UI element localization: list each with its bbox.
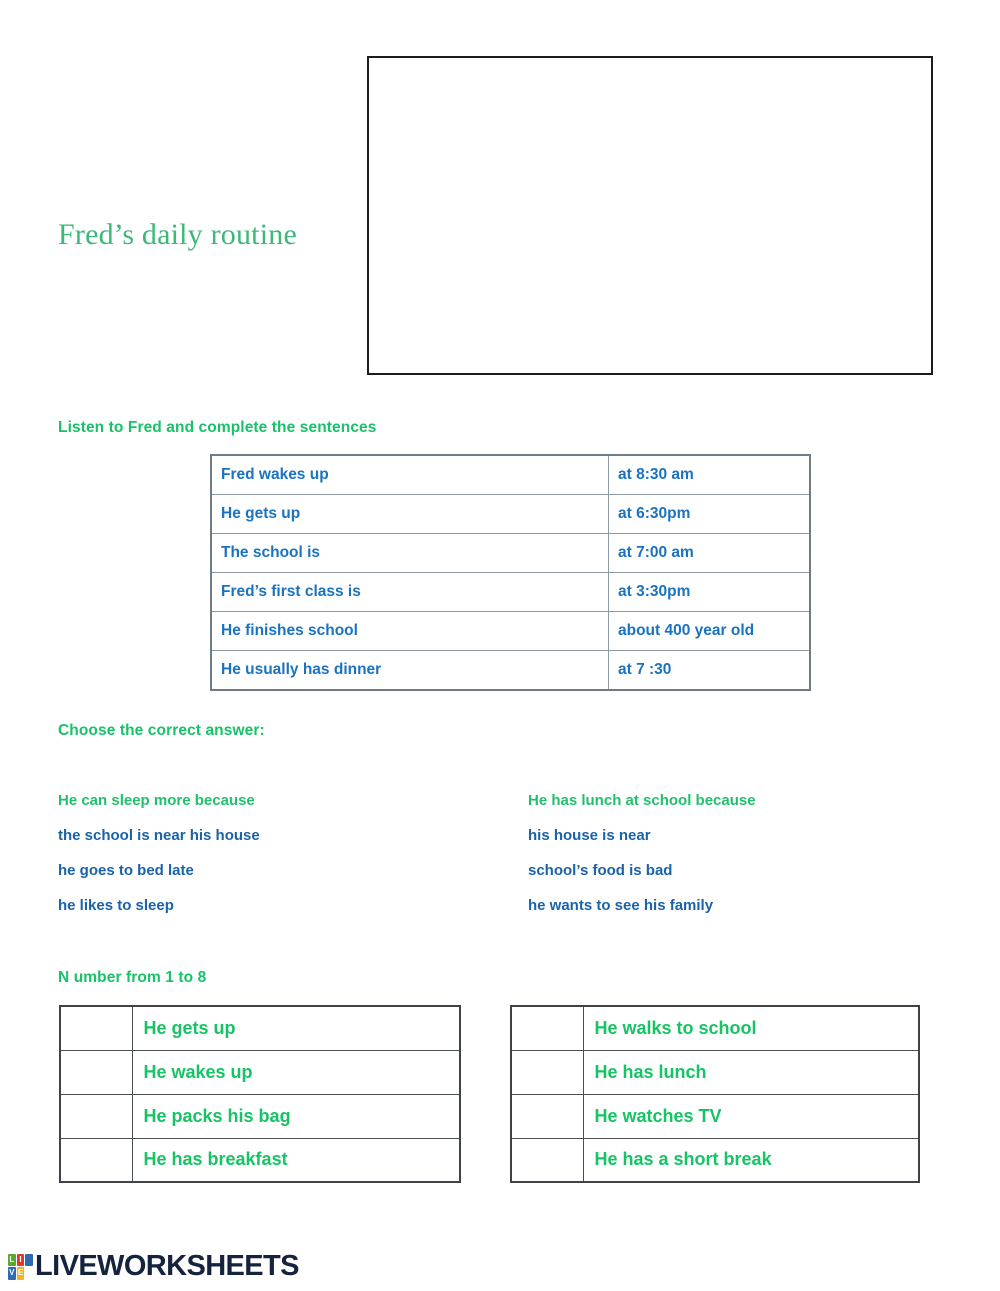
table-row: Fred wakes up at 8:30 am [210, 454, 811, 495]
table-row: He wakes up [59, 1049, 461, 1095]
page-title: Fred’s daily routine [58, 218, 297, 251]
order-number-input[interactable] [59, 1137, 133, 1183]
sentence-answer[interactable]: about 400 year old [608, 611, 811, 651]
liveworksheets-wordmark: LIVEWORKSHEETS [35, 1250, 300, 1282]
sentence-prompt: Fred wakes up [210, 454, 609, 495]
sentence-answer[interactable]: at 7:00 am [608, 533, 811, 573]
table-row: The school is at 7:00 am [210, 533, 811, 573]
worksheet-page: Fred’s daily routine Listen to Fred and … [0, 0, 1000, 1291]
table-row: He watches TV [510, 1093, 920, 1139]
logo-tile-e: E [16, 1267, 25, 1280]
section-heading-number: N umber from 1 to 8 [58, 969, 207, 986]
logo-tile-l: L [8, 1253, 16, 1266]
order-item-label: He has a short break [582, 1137, 920, 1183]
sentence-prompt: He finishes school [210, 611, 609, 651]
order-number-input[interactable] [510, 1049, 584, 1095]
liveworksheets-logo-icon: L I V E [8, 1253, 33, 1280]
order-item-label: He walks to school [582, 1005, 920, 1051]
liveworksheets-logo: L I V E LIVEWORKSHEETS [8, 1250, 300, 1282]
logo-tile-accent-top [25, 1253, 33, 1266]
table-row: He has breakfast [59, 1137, 461, 1183]
order-number-input[interactable] [59, 1093, 133, 1139]
order-number-input[interactable] [510, 1137, 584, 1183]
sentence-prompt: Fred’s first class is [210, 572, 609, 612]
order-item-label: He packs his bag [131, 1093, 461, 1139]
sentence-answer[interactable]: at 7 :30 [608, 650, 811, 691]
ordering-table-left: He gets up He wakes up He packs his bag … [59, 1005, 461, 1183]
sentence-answer[interactable]: at 6:30pm [608, 494, 811, 534]
table-row: He has a short break [510, 1137, 920, 1183]
mc-option-left-2[interactable]: he goes to bed late [58, 863, 260, 878]
section-heading-listen: Listen to Fred and complete the sentence… [58, 419, 377, 436]
section-heading-choose: Choose the correct answer: [58, 722, 265, 739]
table-row: He packs his bag [59, 1093, 461, 1139]
logo-tile-i: I [16, 1253, 25, 1266]
mc-question-right: He has lunch at school because [528, 792, 756, 809]
sentence-answer[interactable]: at 3:30pm [608, 572, 811, 612]
order-number-input[interactable] [510, 1093, 584, 1139]
mc-question-left: He can sleep more because [58, 792, 255, 809]
mc-option-right-1[interactable]: his house is near [528, 828, 756, 843]
order-item-label: He has breakfast [131, 1137, 461, 1183]
table-row: He usually has dinner at 7 :30 [210, 650, 811, 691]
multiple-choice-group-left: He can sleep more because the school is … [58, 793, 260, 913]
order-item-label: He gets up [131, 1005, 461, 1051]
sentence-prompt: He usually has dinner [210, 650, 609, 691]
table-row: He has lunch [510, 1049, 920, 1095]
mc-option-left-1[interactable]: the school is near his house [58, 828, 260, 843]
logo-tile-v: V [8, 1267, 16, 1280]
order-number-input[interactable] [59, 1005, 133, 1051]
order-item-label: He has lunch [582, 1049, 920, 1095]
mc-option-right-3[interactable]: he wants to see his family [528, 898, 756, 913]
mc-option-right-2[interactable]: school’s food is bad [528, 863, 756, 878]
mc-option-left-3[interactable]: he likes to sleep [58, 898, 260, 913]
order-number-input[interactable] [510, 1005, 584, 1051]
sentence-answer[interactable]: at 8:30 am [608, 454, 811, 495]
embedded-image-placeholder [367, 56, 933, 375]
sentences-table: Fred wakes up at 8:30 am He gets up at 6… [210, 454, 811, 691]
order-item-label: He watches TV [582, 1093, 920, 1139]
table-row: He finishes school about 400 year old [210, 611, 811, 651]
table-row: He gets up at 6:30pm [210, 494, 811, 534]
order-item-label: He wakes up [131, 1049, 461, 1095]
logo-tile-accent-bottom [25, 1267, 33, 1280]
sentence-prompt: The school is [210, 533, 609, 573]
table-row: Fred’s first class is at 3:30pm [210, 572, 811, 612]
table-row: He gets up [59, 1005, 461, 1051]
table-row: He walks to school [510, 1005, 920, 1051]
multiple-choice-group-right: He has lunch at school because his house… [528, 793, 756, 913]
order-number-input[interactable] [59, 1049, 133, 1095]
sentence-prompt: He gets up [210, 494, 609, 534]
ordering-table-right: He walks to school He has lunch He watch… [510, 1005, 920, 1183]
